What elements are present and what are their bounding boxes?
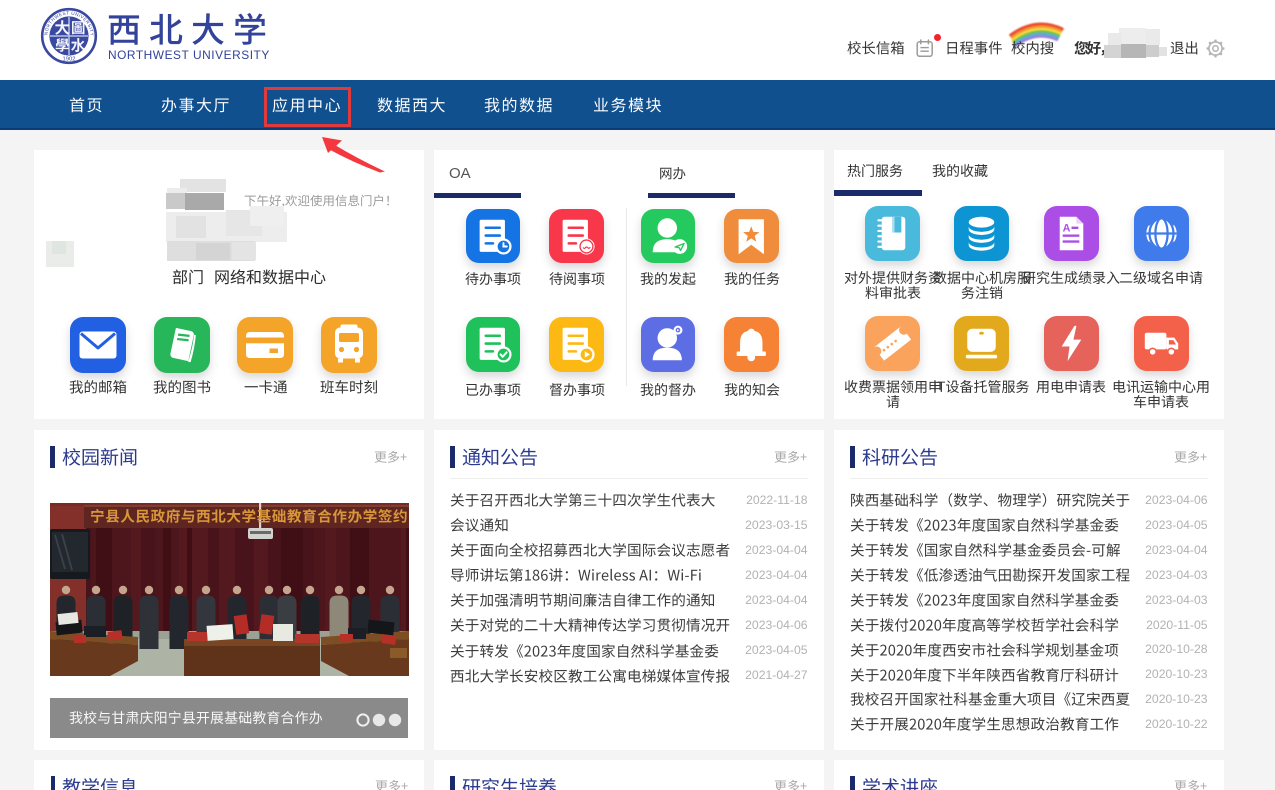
svg-text:A: A <box>1063 223 1071 235</box>
svg-text:1902: 1902 <box>63 57 76 63</box>
